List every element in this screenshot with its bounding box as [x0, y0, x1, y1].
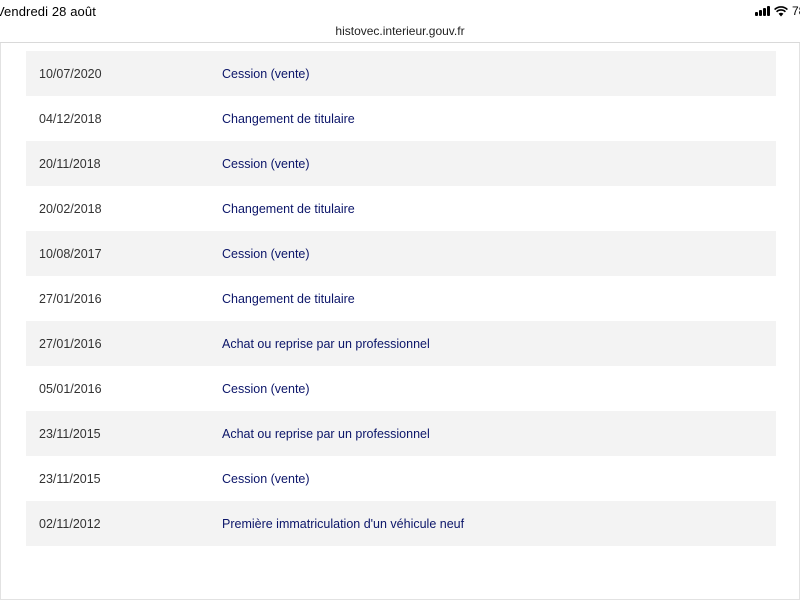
table-row: 05/01/2016 Cession (vente): [26, 366, 776, 411]
table-row: 23/11/2015 Cession (vente): [26, 456, 776, 501]
status-bar: Vendredi 28 août 78 %: [0, 0, 800, 22]
url-text[interactable]: histovec.interieur.gouv.fr: [335, 24, 464, 38]
history-operation: Achat ou reprise par un professionnel: [222, 336, 430, 351]
battery-percentage: 78 %: [792, 4, 800, 18]
history-operation: Cession (vente): [222, 156, 310, 171]
history-date: 20/02/2018: [39, 201, 102, 216]
table-row: 02/11/2012 Première immatriculation d'un …: [26, 501, 776, 546]
cellular-signal-icon: [755, 6, 770, 16]
history-date: 23/11/2015: [39, 471, 101, 486]
history-operation: Changement de titulaire: [222, 291, 355, 306]
history-date: 05/01/2016: [39, 381, 102, 396]
history-operation: Changement de titulaire: [222, 111, 355, 126]
table-row: 20/11/2018 Cession (vente): [26, 141, 776, 186]
table-row: 04/12/2018 Changement de titulaire: [26, 96, 776, 141]
history-table: 10/07/2020 Cession (vente) 04/12/2018 Chang…: [26, 51, 776, 546]
table-row: 10/07/2020 Cession (vente): [26, 51, 776, 96]
screen: Vendredi 28 août 78 % histovec.interieur…: [0, 0, 800, 600]
web-content: 10/07/2020 Cession (vente) 04/12/2018 Chang…: [0, 43, 800, 600]
history-date: 10/07/2020: [39, 66, 102, 81]
history-operation: Changement de titulaire: [222, 201, 355, 216]
history-operation: Cession (vente): [222, 381, 310, 396]
history-date: 27/01/2016: [39, 336, 102, 351]
history-operation: Achat ou reprise par un professionnel: [222, 426, 430, 441]
status-date: Vendredi 28 août: [0, 4, 96, 19]
table-row: 27/01/2016 Achat ou reprise par un profes…: [26, 321, 776, 366]
table-row: 23/11/2015 Achat ou reprise par un profes…: [26, 411, 776, 456]
history-date: 10/08/2017: [39, 246, 102, 261]
table-row: 10/08/2017 Cession (vente): [26, 231, 776, 276]
history-date: 20/11/2018: [39, 156, 101, 171]
history-operation: Cession (vente): [222, 246, 310, 261]
history-date: 23/11/2015: [39, 426, 101, 441]
wifi-icon: [774, 5, 788, 16]
status-indicators: 78 %: [755, 4, 800, 18]
history-date: 27/01/2016: [39, 291, 102, 306]
table-row: 20/02/2018 Changement de titulaire: [26, 186, 776, 231]
history-date: 04/12/2018: [39, 111, 102, 126]
history-operation: Cession (vente): [222, 66, 310, 81]
table-row: 27/01/2016 Changement de titulaire: [26, 276, 776, 321]
address-bar[interactable]: histovec.interieur.gouv.fr: [0, 22, 800, 42]
history-operation: Première immatriculation d'un véhicule n…: [222, 516, 465, 531]
history-operation: Cession (vente): [222, 471, 310, 486]
history-date: 02/11/2012: [39, 516, 101, 531]
